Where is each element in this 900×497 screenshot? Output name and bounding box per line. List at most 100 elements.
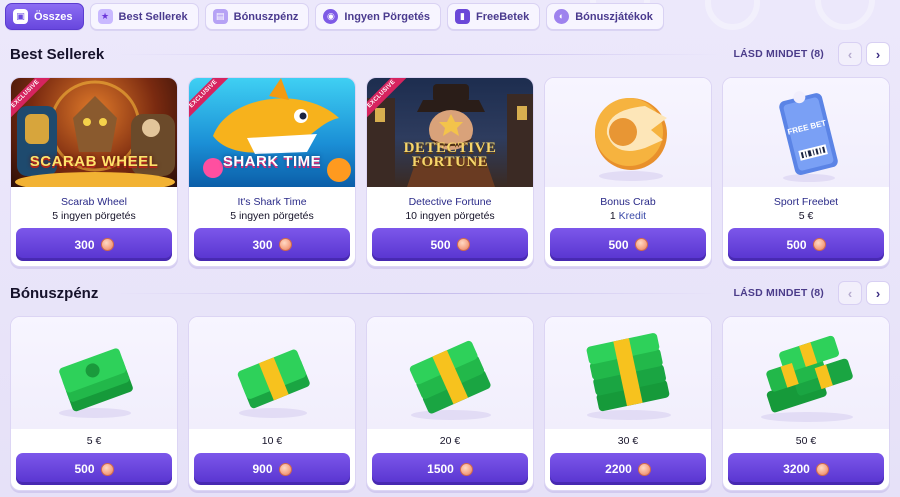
cash-stack-icon: [59, 348, 133, 418]
freebet-ticket-icon: [779, 91, 838, 182]
carousel-next-button[interactable]: ›: [866, 281, 890, 305]
tab-label: Ingyen Pörgetés: [344, 10, 430, 23]
buy-button[interactable]: 500: [372, 228, 528, 261]
coin-icon: [637, 462, 651, 476]
product-image: [367, 317, 533, 429]
tab-label: Bónuszpénz: [233, 10, 299, 23]
cash-bundles-icon: [409, 340, 491, 420]
tab-label: Bónuszjátékok: [575, 10, 653, 23]
category-tabs: ▣ Összes ★ Best Sellerek ▤ Bónuszpénz ◉ …: [5, 3, 895, 30]
card-title: Sport Freebet: [773, 196, 839, 208]
game-thumbnail: SCARAB WHEEL EXCLUSIVE: [11, 78, 177, 187]
carousel-next-button[interactable]: ›: [866, 42, 890, 66]
buy-button[interactable]: 500: [16, 453, 172, 485]
price: 500: [430, 237, 451, 252]
spin-icon: ◉: [323, 9, 339, 24]
coin-icon: [812, 238, 826, 251]
chevron-right-icon: ›: [875, 46, 881, 62]
buy-button[interactable]: 300: [194, 228, 350, 261]
tab-bonus-games[interactable]: ◐ Bónuszjátékok: [546, 3, 664, 30]
chevron-left-icon: ‹: [847, 46, 853, 62]
bonus-game-icon: ◐: [554, 9, 570, 24]
section-title: Bónuszpénz: [10, 284, 99, 302]
carousel-prev-button[interactable]: ‹: [838, 281, 862, 305]
card-amount: 20 €: [439, 435, 461, 447]
tab-all[interactable]: ▣ Összes: [5, 3, 84, 30]
product-card[interactable]: SCARAB WHEEL EXCLUSIVE Scarab Wheel 5 in…: [10, 77, 178, 267]
game-art-title: DETECTIVE FORTUNE: [403, 139, 497, 170]
buy-button[interactable]: 300: [16, 228, 172, 261]
price: 500: [786, 237, 807, 252]
buy-button[interactable]: 500: [550, 228, 706, 261]
buy-button[interactable]: 500: [728, 228, 884, 261]
product-card[interactable]: 20 € 1500: [366, 316, 534, 491]
price: 500: [74, 462, 95, 476]
cash-bundle-icon: [237, 349, 310, 418]
tab-free-spins[interactable]: ◉ Ingyen Pörgetés: [315, 3, 441, 30]
card-subtitle: 10 ingyen pörgetés: [405, 210, 495, 222]
price: 500: [608, 237, 629, 252]
shark-art-icon: [203, 78, 351, 182]
coin-icon: [634, 238, 648, 251]
detective-art-icon: [367, 84, 533, 187]
price: 900: [252, 462, 273, 476]
price: 300: [252, 237, 273, 252]
product-card[interactable]: 50 € 3200: [722, 316, 890, 491]
card-amount: 50 €: [795, 435, 817, 447]
see-all-link[interactable]: LÁSD MINDET (8): [734, 48, 825, 60]
product-image: [723, 317, 889, 429]
card-amount: 10 €: [261, 435, 283, 447]
game-thumbnail: SHARK TIME EXCLUSIVE: [189, 78, 355, 187]
product-card[interactable]: DETECTIVE FORTUNE EXCLUSIVE Detective Fo…: [366, 77, 534, 267]
star-icon: ★: [97, 9, 113, 24]
product-card[interactable]: 30 € 2200: [544, 316, 712, 491]
carousel-prev-button[interactable]: ‹: [838, 42, 862, 66]
product-image: [11, 317, 177, 429]
price: 300: [74, 237, 95, 252]
product-image: [545, 78, 711, 187]
chevron-left-icon: ‹: [847, 285, 853, 301]
tab-bonus-money[interactable]: ▤ Bónuszpénz: [204, 3, 310, 30]
price: 3200: [783, 462, 810, 476]
divider: [118, 53, 720, 55]
cash-pile-icon: [761, 335, 853, 422]
card-title: Bonus Crab: [600, 196, 656, 208]
buy-button[interactable]: 900: [194, 453, 350, 485]
see-all-link[interactable]: LÁSD MINDET (8): [734, 287, 825, 299]
money-icon: ▤: [212, 9, 228, 24]
product-card[interactable]: 5 € 500: [10, 316, 178, 491]
card-title: It's Shark Time: [237, 196, 307, 208]
tab-best-sellers[interactable]: ★ Best Sellerek: [89, 3, 199, 30]
product-image: [545, 317, 711, 429]
section-header-bonus-money: Bónuszpénz LÁSD MINDET (8) ‹ ›: [10, 279, 890, 307]
card-subtitle: 5 ingyen pörgetés: [230, 210, 314, 222]
product-image: FREE BET: [723, 78, 889, 187]
bonus-money-row: 5 € 500 10 € 900 20 € 1500 30 € 2200 50 …: [10, 316, 890, 491]
cash-bundles-icon: [586, 333, 671, 420]
buy-button[interactable]: 2200: [550, 453, 706, 485]
price: 2200: [605, 462, 632, 476]
buy-button[interactable]: 1500: [372, 453, 528, 485]
tab-label: Best Sellerek: [118, 10, 188, 23]
product-card[interactable]: FREE BET Sport Freebet 5 € 500: [722, 77, 890, 267]
card-subtitle: 5 ingyen pörgetés: [52, 210, 136, 222]
game-thumbnail: DETECTIVE FORTUNE EXCLUSIVE: [367, 78, 533, 187]
product-card[interactable]: 10 € 900: [188, 316, 356, 491]
card-amount: 5 €: [86, 435, 102, 447]
coin-icon: [100, 462, 114, 476]
product-card[interactable]: SHARK TIME EXCLUSIVE It's Shark Time 5 i…: [188, 77, 356, 267]
divider: [112, 292, 720, 294]
coin-icon: [456, 238, 470, 251]
coin-icon: [278, 462, 292, 476]
coin-icon: [459, 462, 473, 476]
buy-button[interactable]: 3200: [728, 453, 884, 485]
section-header-best-sellers: Best Sellerek LÁSD MINDET (8) ‹ ›: [10, 40, 890, 68]
tab-freebets[interactable]: ▮ FreeBetek: [447, 3, 541, 30]
coin-icon: [100, 238, 114, 251]
game-art-title: SHARK TIME: [222, 152, 322, 170]
price: 1500: [427, 462, 454, 476]
card-amount: 30 €: [617, 435, 639, 447]
game-art-title: SCARAB WHEEL: [29, 152, 159, 170]
product-card[interactable]: Bonus Crab 1 Kredit 500: [544, 77, 712, 267]
card-subtitle: 5 €: [798, 210, 814, 222]
